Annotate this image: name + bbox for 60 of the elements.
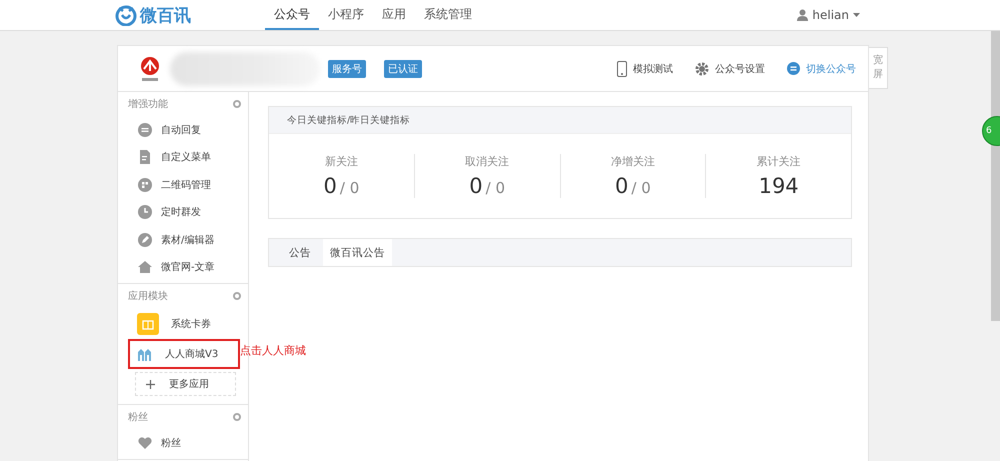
stat-label: 新关注 xyxy=(324,154,358,169)
sidebar-item[interactable]: 系统卡券 xyxy=(118,308,248,339)
stat-label: 取消关注 xyxy=(465,154,510,169)
sidebar-item[interactable]: 素材/编辑器 xyxy=(118,226,248,254)
stat-value: 194 xyxy=(758,174,799,198)
stat-previous-value: / 0 xyxy=(486,179,505,197)
sidebar-item[interactable]: 定时群发 xyxy=(118,198,248,226)
scrollbar[interactable] xyxy=(991,31,1000,321)
more-apps-button[interactable]: 更多应用 xyxy=(135,372,236,396)
stat-value: 0 xyxy=(324,174,337,198)
notice-tab[interactable]: 微百讯公告 xyxy=(323,239,392,266)
user-menu[interactable]: helian xyxy=(797,0,860,30)
user-icon xyxy=(797,9,808,21)
qr-icon xyxy=(137,176,153,193)
sidebar-item[interactable]: 自动回复 xyxy=(118,116,248,144)
nav-tab[interactable]: 小程序 xyxy=(319,0,373,30)
annotation-text: 点击人人商城 xyxy=(240,343,306,358)
stat-label: 累计关注 xyxy=(756,154,801,169)
logo-icon xyxy=(115,4,137,26)
notice-tab[interactable]: 公告 xyxy=(269,239,323,266)
coupon-icon xyxy=(137,312,159,334)
sidebar-item[interactable]: 人人商城V3 xyxy=(128,339,240,369)
sidebar-item[interactable]: 微官网-文章 xyxy=(118,254,248,281)
home-icon xyxy=(137,259,153,276)
stat-previous-value: / 0 xyxy=(631,179,651,197)
settings-icon xyxy=(233,413,241,421)
phone-icon xyxy=(617,60,627,76)
stat-value: 0 xyxy=(469,174,483,198)
sidebar-item[interactable]: 二维码管理 xyxy=(118,171,248,198)
switch-icon xyxy=(787,62,800,75)
header-action[interactable]: 模拟测试 xyxy=(617,60,673,76)
stat-previous-value: / 0 xyxy=(340,179,360,197)
brand-name: 微百讯 xyxy=(140,4,191,26)
settings-icon xyxy=(233,292,241,300)
chat-icon xyxy=(137,122,153,138)
sidebar-item[interactable]: 粉丝 xyxy=(118,429,248,456)
section-title: 增强功能 xyxy=(128,98,168,111)
sidebar-item[interactable]: 自定义菜单 xyxy=(118,144,248,171)
stat-label: 净增关注 xyxy=(610,154,655,169)
section-title: 粉丝 xyxy=(128,410,148,424)
nav-tab[interactable]: 系统管理 xyxy=(415,0,481,30)
caret-icon xyxy=(853,13,860,17)
section-title: 应用模块 xyxy=(128,290,168,303)
panel-title: 今日关键指标/昨日关键指标 xyxy=(269,107,851,134)
header-action[interactable]: 公众号设置 xyxy=(695,62,765,76)
doc-icon xyxy=(137,149,153,166)
plus-icon xyxy=(146,380,155,388)
stat-value: 0 xyxy=(615,174,628,198)
settings-icon xyxy=(695,62,709,76)
heart-icon xyxy=(137,434,153,451)
account-avatar-icon xyxy=(138,56,162,82)
clock-icon xyxy=(137,204,153,220)
status-badge: 已认证 xyxy=(384,60,422,78)
building-icon xyxy=(137,347,153,361)
nav-tab[interactable]: 应用 xyxy=(373,0,415,30)
nav-tab[interactable]: 公众号 xyxy=(265,0,319,30)
settings-icon xyxy=(233,100,241,108)
header-action[interactable]: 切换公众号 xyxy=(787,62,856,76)
pen-icon xyxy=(137,232,153,248)
status-badge: 服务号 xyxy=(328,60,366,78)
